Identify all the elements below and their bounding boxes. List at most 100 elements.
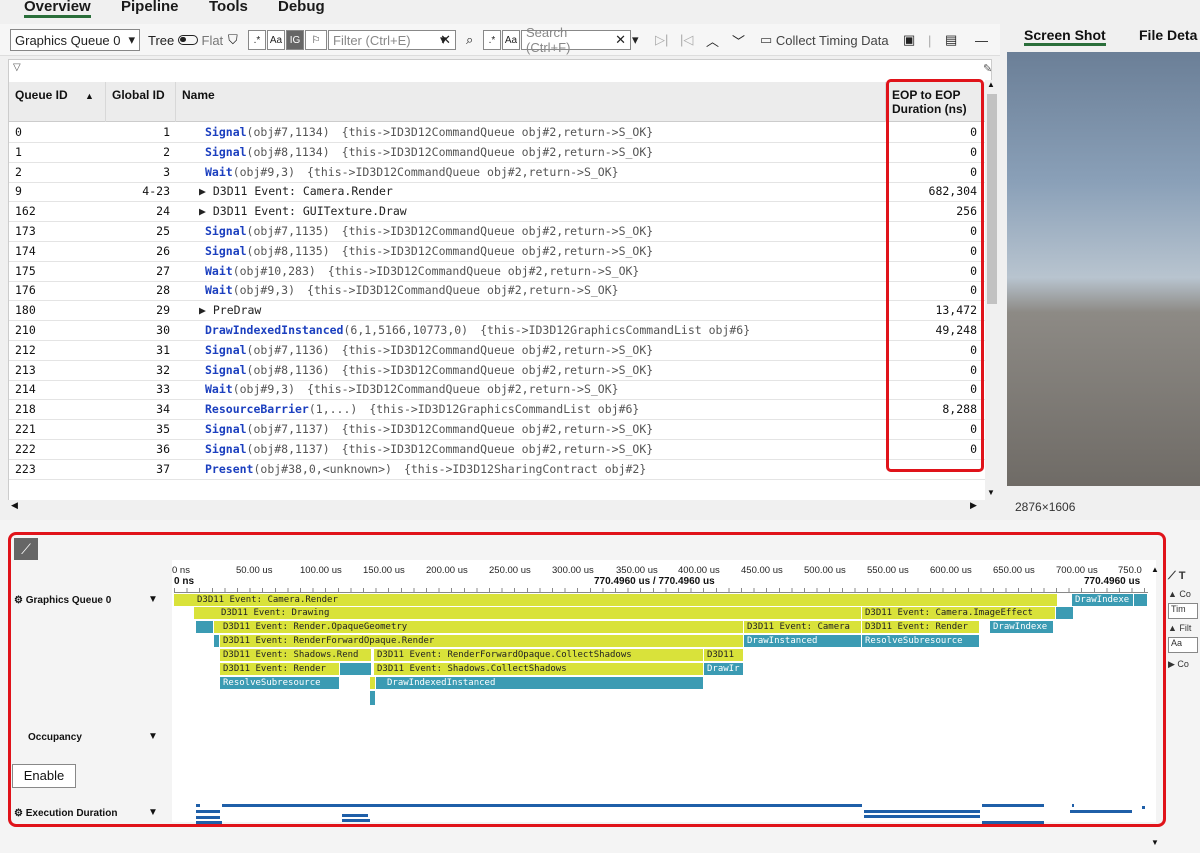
- filter-icon[interactable]: ⛉: [228, 29, 238, 51]
- table-row[interactable]: 173 25 Signal(obj#7,1135) {this->ID3D12Comm…: [9, 222, 985, 242]
- table-row[interactable]: 210 30 DrawIndexedInstanced(6,1,5166,10773…: [9, 321, 985, 341]
- table-row[interactable]: 213 32 Signal(obj#8,1136) {this->ID3D12Comm…: [9, 361, 985, 381]
- cell-global-id: 36: [156, 441, 170, 456]
- header-name[interactable]: Name: [176, 82, 886, 122]
- timeline-highlight: [8, 532, 1166, 827]
- queue-select[interactable]: Graphics Queue 0 ▾: [10, 29, 140, 51]
- tab-file-details[interactable]: File Deta: [1139, 27, 1197, 43]
- scroll-up-icon[interactable]: ▲: [1151, 565, 1159, 574]
- table-row[interactable]: 174 26 Signal(obj#8,1135) {this->ID3D12Comm…: [9, 242, 985, 262]
- menu-debug[interactable]: Debug: [278, 0, 325, 15]
- call-context: {this->ID3D12CommandQueue obj#2,return->…: [341, 224, 654, 238]
- call-name: Signal: [205, 224, 247, 238]
- menu-overview[interactable]: Overview: [24, 0, 91, 18]
- cell-queue-id: 173: [15, 224, 36, 238]
- chart-icon: ⟋: [1168, 570, 1176, 582]
- table-row[interactable]: 222 36 Signal(obj#8,1137) {this->ID3D12Comm…: [9, 440, 985, 460]
- search-input[interactable]: Search (Ctrl+F) ✕: [521, 25, 631, 55]
- close-icon[interactable]: ✕: [615, 32, 626, 48]
- side-filter[interactable]: ▲ Filt: [1168, 623, 1200, 633]
- table-row[interactable]: 162 24 ▶ D3D11 Event: GUITexture.Draw 256: [9, 202, 985, 223]
- cell-name: Signal(obj#7,1135) {this->ID3D12CommandQu…: [205, 222, 885, 242]
- side-case-toggle[interactable]: Aa: [1168, 637, 1198, 653]
- cell-name: ▶ PreDraw: [199, 301, 879, 321]
- call-args: (obj#38,0,<unknown>): [253, 461, 392, 476]
- scroll-down-icon[interactable]: ▼: [1151, 838, 1159, 847]
- cell-queue-id: 214: [15, 382, 36, 397]
- cell-eop-duration: 0: [970, 144, 977, 159]
- column-chooser-icon[interactable]: ▽: [13, 62, 21, 73]
- scroll-left-icon[interactable]: ◀: [11, 500, 18, 511]
- header-global-id[interactable]: Global ID: [106, 82, 176, 122]
- cell-global-id: 37: [156, 461, 170, 476]
- side-title: ⟋ T: [1168, 570, 1200, 583]
- call-context: {this->ID3D12CommandQueue obj#2,return->…: [327, 263, 640, 278]
- tree-flat-toggle[interactable]: Tree Flat: [148, 29, 223, 51]
- call-context: {this->ID3D12CommandQueue obj#2,return->…: [341, 144, 654, 159]
- case-toggle-search[interactable]: Aa: [502, 30, 520, 50]
- cell-queue-id: 213: [15, 362, 36, 377]
- cell-eop-duration: 0: [970, 422, 977, 436]
- scroll-thumb[interactable]: [987, 94, 997, 304]
- table-row[interactable]: 176 28 Wait(obj#9,3) {this->ID3D12CommandQu…: [9, 281, 985, 302]
- clipboard-icon[interactable]: ▤: [945, 29, 957, 51]
- chevron-down-icon[interactable]: ﹀: [732, 29, 745, 51]
- event-name: ▶ D3D11 Event: GUITexture.Draw: [199, 204, 407, 219]
- prev-result-icon[interactable]: |◁: [680, 29, 693, 51]
- cell-queue-id: 162: [15, 204, 36, 219]
- scroll-right-icon[interactable]: ▶: [970, 500, 977, 511]
- cell-name: Signal(obj#7,1134) {this->ID3D12CommandQu…: [205, 123, 885, 143]
- scroll-down-icon[interactable]: ▼: [987, 488, 995, 497]
- regex-toggle[interactable]: .*: [248, 30, 266, 50]
- call-context: {this->ID3D12CommandQueue obj#2,return->…: [307, 382, 619, 397]
- filter-input[interactable]: Filter (Ctrl+E) ✕: [328, 30, 456, 50]
- collect-timing-button[interactable]: ▭ Collect Timing Data: [760, 29, 889, 51]
- side-collapse-2[interactable]: ▶ Co: [1168, 659, 1200, 670]
- table-row[interactable]: 0 1 Signal(obj#7,1134) {this->ID3D12Command…: [9, 123, 985, 143]
- cell-eop-duration: 0: [970, 125, 977, 139]
- call-args: (obj#10,283): [232, 263, 316, 278]
- flag-icon[interactable]: ⚐: [305, 30, 327, 50]
- chevron-down-icon[interactable]: ▾: [632, 29, 639, 51]
- cell-global-id: 29: [156, 303, 170, 318]
- call-context: {this->ID3D12CommandQueue obj#2,return->…: [341, 243, 654, 258]
- chevron-up-icon[interactable]: ︿: [706, 29, 719, 51]
- cell-eop-duration: 0: [970, 164, 977, 179]
- table-row[interactable]: 1 2 Signal(obj#8,1134) {this->ID3D12Command…: [9, 143, 985, 163]
- menu-tools[interactable]: Tools: [209, 0, 248, 15]
- table-row[interactable]: 9 4-23 ▶ D3D11 Event: Camera.Render 682,304: [9, 182, 985, 203]
- grid-horizontal-scrollbar[interactable]: ◀ ▶: [8, 500, 992, 514]
- table-row[interactable]: 175 27 Wait(obj#10,283) {this->ID3D12Comman…: [9, 262, 985, 282]
- call-context: {this->ID3D12CommandQueue obj#2,return->…: [341, 362, 654, 377]
- header-eop-duration[interactable]: EOP to EOP Duration (ns): [886, 82, 985, 122]
- case-toggle[interactable]: Aa: [267, 30, 285, 50]
- ig-toggle[interactable]: IG: [286, 30, 304, 50]
- chevron-down-icon[interactable]: ▾: [440, 29, 447, 51]
- tab-screenshot[interactable]: Screen Shot: [1024, 27, 1106, 46]
- minimize-icon[interactable]: —: [975, 29, 988, 51]
- table-row[interactable]: 218 34 ResourceBarrier(1,...) {this->ID3D12…: [9, 400, 985, 421]
- table-row[interactable]: 2 3 Wait(obj#9,3) {this->ID3D12CommandQueue…: [9, 163, 985, 183]
- table-row[interactable]: 221 35 Signal(obj#7,1137) {this->ID3D12Comm…: [9, 420, 985, 440]
- side-collapse-1[interactable]: ▲ Co: [1168, 589, 1200, 599]
- grid-vertical-scrollbar[interactable]: ▲ ▼: [985, 80, 999, 514]
- cell-name: ▶ D3D11 Event: GUITexture.Draw: [199, 202, 879, 222]
- cell-eop-duration: 0: [970, 224, 977, 238]
- side-time-input[interactable]: Tim: [1168, 603, 1198, 619]
- table-row[interactable]: 180 29 ▶ PreDraw 13,472: [9, 301, 985, 322]
- chart-icon[interactable]: ▣: [903, 29, 915, 51]
- call-args: (obj#7,1136): [246, 342, 330, 357]
- call-args: (obj#8,1136): [246, 362, 330, 377]
- table-row[interactable]: 214 33 Wait(obj#9,3) {this->ID3D12CommandQu…: [9, 380, 985, 401]
- regex-toggle-search[interactable]: .*: [483, 30, 501, 50]
- scroll-up-icon[interactable]: ▲: [987, 80, 995, 89]
- table-row[interactable]: 223 37 Present(obj#38,0,<unknown>) {this->I…: [9, 460, 985, 480]
- menu-pipeline[interactable]: Pipeline: [121, 0, 179, 15]
- header-queue-id[interactable]: Queue ID ▲: [9, 82, 106, 122]
- tree-label: Tree: [148, 32, 175, 48]
- edit-icon[interactable]: ✎: [983, 62, 992, 75]
- table-row[interactable]: 212 31 Signal(obj#7,1136) {this->ID3D12Comm…: [9, 341, 985, 361]
- call-name: Signal: [205, 422, 247, 436]
- next-result-icon[interactable]: ▷|: [655, 29, 668, 51]
- cell-eop-duration: 49,248: [935, 323, 977, 337]
